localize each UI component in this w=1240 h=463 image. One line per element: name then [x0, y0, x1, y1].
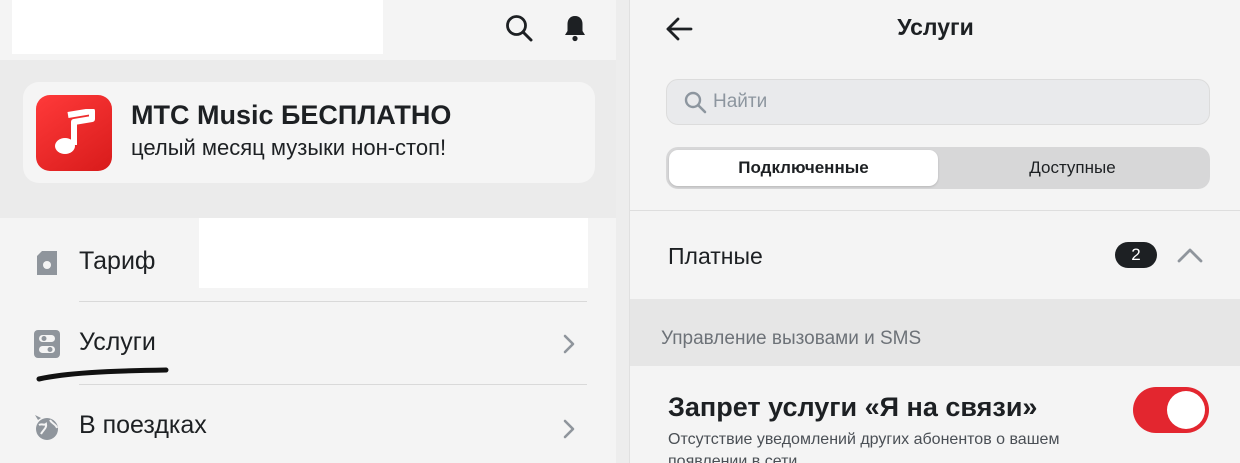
service-item[interactable]: Запрет услуги «Я на связи» Отсутствие ув… [630, 366, 1240, 463]
sim-card-icon [33, 249, 61, 277]
tab-available[interactable]: Доступные [938, 150, 1207, 186]
search-field[interactable] [666, 79, 1210, 125]
paid-group-header[interactable]: Платные 2 [630, 211, 1240, 299]
menu-item-tariff[interactable]: Тариф [0, 220, 616, 302]
service-description: Отсутствие уведомлений других абонентов … [668, 431, 1060, 463]
music-app-icon [36, 95, 112, 171]
paid-group-label: Платные [668, 243, 763, 269]
tab-connected[interactable]: Подключенные [669, 150, 938, 186]
banner-subtitle: целый месяц музыки нон-стоп! [131, 135, 447, 160]
screen: МТС Music БЕСПЛАТНО целый месяц музыки н… [0, 0, 1240, 463]
hand-drawn-underline [36, 367, 169, 382]
main-menu: Тариф Услуги В поездках [0, 218, 616, 463]
chevron-up-icon[interactable] [1176, 245, 1204, 265]
banner-title: МТС Music БЕСПЛАТНО [131, 100, 452, 130]
page-title: Услуги [897, 14, 974, 40]
home-header [0, 0, 616, 60]
services-icon [33, 329, 61, 358]
services-panel: Услуги Подключенные Доступные Платные 2 … [629, 0, 1240, 463]
chevron-right-icon [561, 333, 577, 355]
bell-icon[interactable] [561, 12, 589, 44]
menu-item-label: Услуги [79, 328, 156, 356]
redacted-area [12, 0, 383, 54]
search-input[interactable] [713, 91, 1193, 113]
service-toggle[interactable] [1133, 387, 1209, 433]
count-badge: 2 [1115, 242, 1157, 268]
segmented-control: Подключенные Доступные [666, 147, 1210, 189]
section-header: Управление вызовами и SMS [630, 299, 1240, 366]
service-title: Запрет услуги «Я на связи» [668, 392, 1038, 422]
chevron-right-icon [561, 418, 577, 440]
menu-item-travel[interactable]: В поездках [0, 385, 616, 463]
section-label: Управление вызовами и SMS [661, 328, 922, 349]
search-icon[interactable] [503, 12, 535, 44]
toggle-knob [1167, 391, 1205, 429]
search-icon [684, 91, 707, 114]
home-panel: МТС Music БЕСПЛАТНО целый месяц музыки н… [0, 0, 616, 463]
globe-icon [33, 412, 61, 440]
menu-item-label: В поездках [79, 411, 207, 439]
music-note-icon [55, 109, 95, 154]
promo-banner[interactable]: МТС Music БЕСПЛАТНО целый месяц музыки н… [23, 82, 595, 183]
menu-item-label: Тариф [79, 247, 156, 275]
